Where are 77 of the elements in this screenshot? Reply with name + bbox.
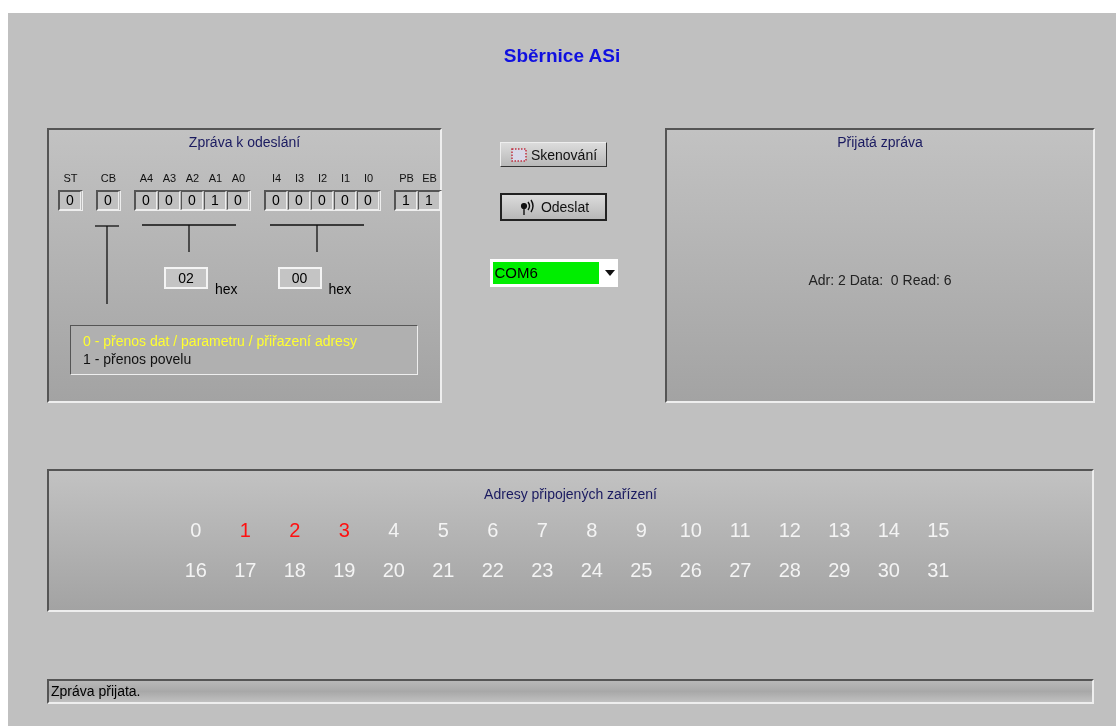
bit-label: A4 [138,171,155,185]
bit-field[interactable]: 1 [204,191,226,210]
address-number: 27 [728,558,753,583]
address-number: 19 [332,558,357,583]
bit-label: I3 [293,171,306,185]
bit-field[interactable]: 0 [227,191,249,210]
address-number: 4 [387,518,401,543]
bit-field[interactable]: 0 [158,191,180,210]
chip-icon [509,146,528,163]
address-number: 26 [678,558,703,583]
bit-label: CB [99,171,118,185]
bit-field[interactable]: 0 [288,191,310,210]
bit-label: A1 [207,171,224,185]
address-number: 21 [431,558,456,583]
scan-button[interactable]: Skenování [500,142,607,167]
bit-label: A0 [230,171,247,185]
bit-field[interactable]: 0 [97,191,119,210]
bit-field[interactable]: 0 [181,191,203,210]
address-number: 22 [480,558,505,583]
bit-label: I1 [339,171,352,185]
bit-field[interactable]: 0 [357,191,379,210]
address-number: 6 [486,518,500,543]
bit-label: A3 [161,171,178,185]
panel-title: Zpráva k odeslání [187,133,302,151]
address-number: 16 [183,558,208,583]
address-number: 23 [530,558,555,583]
address-number: 17 [233,558,258,583]
bit-field[interactable]: 1 [418,191,440,210]
bit-label: PB [398,171,415,185]
address-number: 13 [827,518,852,543]
address-number: 7 [535,518,549,543]
bit-field[interactable]: 0 [265,191,287,210]
bit-field[interactable]: 1 [395,191,417,210]
address-number: 11 [728,518,752,543]
address-number: 15 [926,518,951,543]
panel-title: Adresy připojených zařízení [483,485,658,503]
hex-field[interactable]: 02 [164,267,208,289]
bit-label: EB [421,171,438,185]
bit-label: I4 [270,171,283,185]
unit-label: hex [215,281,238,297]
address-number: 30 [876,558,901,583]
port-dropdown[interactable]: COM6 [489,259,618,287]
address-number: 12 [777,518,802,543]
legend-line: 0 - přenos dat / parametru / přiřazení adresy [83,332,358,350]
address-number: 14 [876,518,901,543]
address-number: 1 [238,518,252,543]
status-bar: Zpráva přijata. [47,679,1094,704]
bit-field[interactable]: 0 [334,191,356,210]
address-number: 0 [189,518,203,543]
hex-field[interactable]: 00 [277,267,322,289]
address-number: 25 [629,558,654,583]
caret-icon [604,270,615,276]
legend-line: 1 - přenos povelu [83,350,193,368]
unit-label: hex [328,281,352,297]
address-number: 20 [381,558,406,583]
bit-field[interactable]: 0 [59,191,81,210]
address-number: 28 [777,558,802,583]
panel-title: Přijatá zpráva [836,133,924,151]
address-number: 10 [678,518,703,543]
bit-label: I0 [362,171,375,185]
bit-field[interactable]: 0 [311,191,333,210]
window-title: Sběrnice ASi [502,45,622,68]
address-number: 24 [579,558,604,583]
address-number: 8 [585,518,599,543]
address-number: 31 [926,558,951,583]
received-message: Adr: 2 Data: 0 Read: 6 [807,272,953,288]
bit-field[interactable]: 0 [135,191,157,210]
address-number: 9 [634,518,648,543]
bit-label: ST [62,171,79,185]
send-button[interactable]: Odeslat [500,193,607,221]
bit-label: I2 [316,171,329,185]
address-number: 18 [282,558,307,583]
bit-label: A2 [184,171,201,185]
address-number: 2 [288,518,302,543]
address-number: 5 [436,518,450,543]
address-number: 29 [827,558,852,583]
address-number: 3 [337,518,351,543]
